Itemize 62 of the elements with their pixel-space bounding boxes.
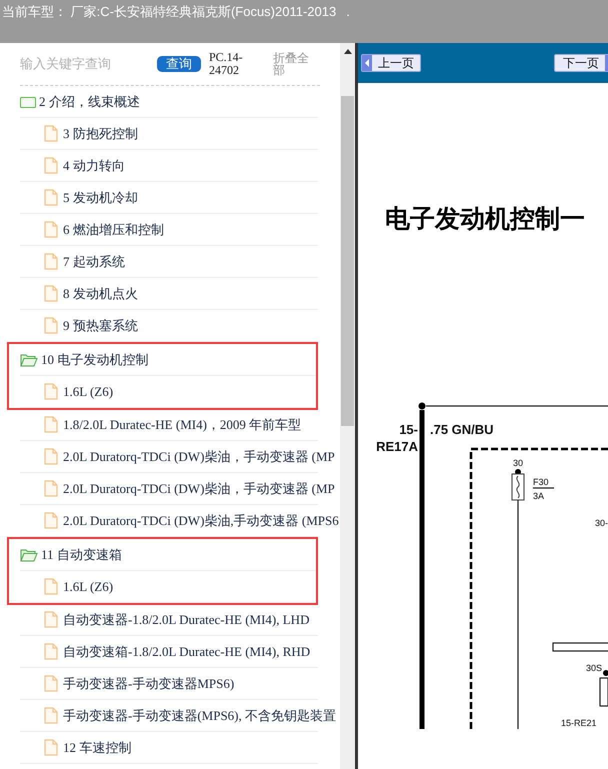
tree-item[interactable]: 4 动力转向 [63,156,125,176]
diagram-label: 30S [586,663,602,673]
document-icon [44,512,58,529]
tree-item[interactable]: 2.0L Duratorq-TDCi (DW)柴油，手动变速器 (MP [63,478,335,498]
document-icon [44,611,58,628]
diagram-label: .75 GN/BU [430,422,494,437]
tree-item[interactable]: 手动变速器-手动变速器MPS6) [63,674,234,694]
folder-icon [20,96,36,108]
diagram-label: 30 [513,458,523,468]
open-folder-icon [20,548,38,562]
diagram-label: 30- [595,518,608,528]
document-icon [44,675,58,692]
diagram-label: F30 [533,477,549,487]
open-folder-icon [20,352,38,366]
page-title: 电子发动机控制一 [385,205,585,233]
tree-item[interactable]: 2.0L Duratorq-TDCi (DW)柴油，手动变速器 (MP [63,446,335,466]
document-icon [44,578,58,595]
dot-mark: . [346,3,350,21]
tree-item[interactable]: 11 自动变速箱 [41,544,122,564]
document-icon [44,285,58,302]
tree-item[interactable]: 自动变速箱-1.8/2.0L Duratec-HE (MI4), RHD [63,642,310,662]
diagram-label: RE17A [376,439,418,454]
document-icon [44,157,58,174]
tree-item[interactable]: 6 燃油增压和控制 [63,220,164,240]
tree-item[interactable]: 1.8/2.0L Duratec-HE (MI4)，2009 年前车型 [63,414,302,434]
tree-item[interactable]: 1.6L (Z6) [63,382,114,402]
document-icon [44,189,58,206]
tree-item[interactable]: 7 起动系统 [63,252,125,272]
tree-item[interactable]: 3 防抱死控制 [63,124,138,144]
prev-page-button[interactable]: 上一页 [361,54,421,72]
document-icon [44,448,58,465]
vehicle-title: 当前车型： 厂家:C-长安福特经典福克斯(Focus)2011-2013 [2,3,336,21]
diagram-label: 15- [399,422,418,437]
document-icon [44,253,58,270]
diagram-label: 15-RE21 [561,718,597,728]
tree-item[interactable]: 8 发动机点火 [63,284,138,304]
tree-item[interactable]: 2 介绍，线束概述 [39,92,140,112]
search-button[interactable]: 查询 [157,56,201,72]
code-text: PC.14-24702 [209,51,244,77]
document-icon [44,317,58,334]
search-field[interactable]: 输入关键字查询 [20,54,150,74]
document-icon [44,221,58,238]
next-page-button[interactable]: 下一页 [554,54,608,72]
tree-item[interactable]: 10 电子发动机控制 [41,350,148,370]
document-icon [44,125,58,142]
tree-item[interactable]: 自动变速器-1.8/2.0L Duratec-HE (MI4), LHD [63,610,310,630]
tree-item[interactable]: 手动变速器-手动变速器(MPS6), 不含免钥匙装置 [63,706,336,726]
scroll-up-icon[interactable] [344,49,352,54]
document-icon [44,643,58,660]
tree-item[interactable]: 9 预热塞系统 [63,316,138,336]
scrollbar[interactable] [340,43,355,769]
document-icon [44,707,58,724]
diagram-label: 3A [533,491,544,501]
document-icon [44,480,58,497]
tree-item[interactable]: 12 车速控制 [63,738,132,758]
tree-item[interactable]: 1.6L (Z6) [63,576,114,596]
document-icon [44,383,58,400]
tree-item[interactable]: 2.0L Duratorq-TDCi (DW)柴油,手动变速器 (MPS6 [63,510,339,530]
document-icon [44,416,58,433]
document-icon [44,739,58,756]
tree-item[interactable]: 5 发动机冷却 [63,188,138,208]
scroll-thumb[interactable] [341,96,354,426]
